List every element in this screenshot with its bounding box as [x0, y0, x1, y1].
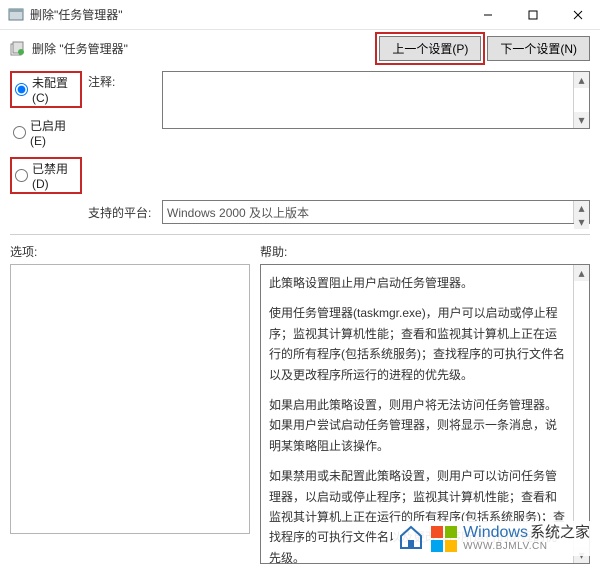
watermark: Windows 系统之家 WWW.BJMLV.CN: [393, 521, 594, 556]
radio-enabled-label: 已启用(E): [30, 117, 79, 148]
window-titlebar: 删除"任务管理器": [0, 0, 600, 30]
scroll-down-icon[interactable]: ▾: [574, 215, 589, 229]
help-panel: 此策略设置阻止用户启动任务管理器。 使用任务管理器(taskmgr.exe)，用…: [260, 264, 590, 564]
help-paragraph: 此策略设置阻止用户启动任务管理器。: [269, 273, 567, 293]
options-panel: [10, 264, 250, 534]
platform-field: Windows 2000 及以上版本 ▴ ▾: [162, 200, 590, 224]
comment-label: 注释:: [88, 71, 156, 90]
next-setting-button[interactable]: 下一个设置(N): [487, 36, 590, 61]
windows-logo-icon: [431, 526, 457, 552]
radio-not-configured-input[interactable]: [15, 83, 28, 96]
radio-enabled[interactable]: 已启用(E): [10, 116, 82, 149]
radio-not-configured-label: 未配置(C): [32, 74, 77, 105]
house-icon: [397, 523, 425, 554]
window-title: 删除"任务管理器": [30, 6, 465, 23]
previous-setting-button[interactable]: 上一个设置(P): [379, 36, 481, 61]
radio-enabled-input[interactable]: [13, 126, 26, 139]
window-controls: [465, 0, 600, 30]
close-button[interactable]: [555, 0, 600, 30]
watermark-brand: Windows: [463, 525, 528, 542]
policy-title: 删除 "任务管理器": [32, 40, 379, 57]
platform-label: 支持的平台:: [88, 200, 156, 221]
radio-disabled-label: 已禁用(D): [32, 160, 77, 191]
radio-disabled[interactable]: 已禁用(D): [10, 157, 82, 194]
help-paragraph: 使用任务管理器(taskmgr.exe)，用户可以启动或停止程序；监视其计算机性…: [269, 303, 567, 385]
options-label: 选项:: [10, 243, 250, 260]
help-scrollbar[interactable]: ▴ ▾: [573, 265, 589, 563]
scroll-up-icon[interactable]: ▴: [574, 201, 589, 215]
section-divider: [10, 234, 590, 235]
minimize-button[interactable]: [465, 0, 510, 30]
radio-disabled-input[interactable]: [15, 169, 28, 182]
comment-scrollbar[interactable]: ▴ ▾: [573, 72, 589, 128]
policy-icon: [10, 41, 26, 57]
maximize-button[interactable]: [510, 0, 555, 30]
platform-value: Windows 2000 及以上版本: [167, 204, 309, 221]
help-label: 帮助:: [260, 243, 590, 260]
radio-not-configured[interactable]: 未配置(C): [10, 71, 82, 108]
watermark-url: WWW.BJMLV.CN: [463, 542, 590, 553]
watermark-brand-sub: 系统之家: [530, 525, 590, 541]
comment-textarea[interactable]: ▴ ▾: [162, 71, 590, 129]
scroll-up-icon[interactable]: ▴: [574, 265, 589, 281]
help-paragraph: 如果启用此策略设置，则用户将无法访问任务管理器。如果用户尝试启动任务管理器，则将…: [269, 395, 567, 456]
scroll-down-icon[interactable]: ▾: [574, 112, 589, 128]
scroll-up-icon[interactable]: ▴: [574, 72, 589, 88]
platform-scrollbar[interactable]: ▴ ▾: [573, 201, 589, 223]
app-icon: [8, 7, 24, 23]
